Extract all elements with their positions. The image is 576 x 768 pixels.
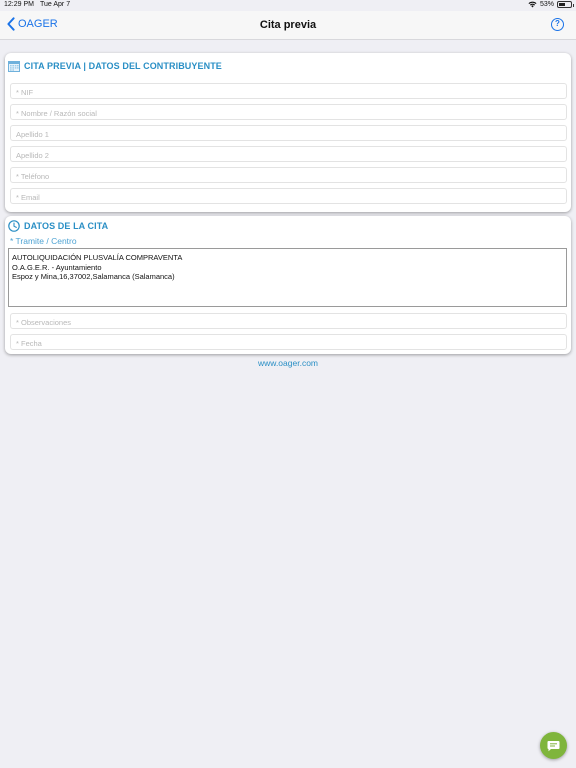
contribuyente-card: CITA PREVIA | DATOS DEL CONTRIBUYENTE * … <box>5 53 571 212</box>
contribuyente-header: CITA PREVIA | DATOS DEL CONTRIBUYENTE <box>8 60 222 72</box>
fecha-field[interactable]: * Fecha <box>10 334 567 350</box>
battery-level <box>559 3 565 6</box>
status-indicators: 53% <box>528 1 574 8</box>
clock-icon <box>8 220 20 232</box>
apellido1-field[interactable]: Apellido 1 <box>10 125 567 141</box>
battery-percentage: 53% <box>539 1 554 8</box>
wifi-icon <box>528 1 537 8</box>
apellido2-field[interactable]: Apellido 2 <box>10 146 567 162</box>
status-time: 12:29 PM <box>4 1 34 8</box>
help-icon[interactable]: ? <box>551 18 564 31</box>
calendar-icon <box>8 61 20 72</box>
tramite-line: Espoz y Mina,16,37002,Salamanca (Salaman… <box>12 272 175 281</box>
status-bar: 12:29 PM Tue Apr 7 53% <box>0 0 576 11</box>
cita-header: DATOS DE LA CITA <box>8 220 108 232</box>
cita-header-text: DATOS DE LA CITA <box>24 221 109 231</box>
status-date: Tue Apr 7 <box>40 1 71 8</box>
cita-card: DATOS DE LA CITA * Tramite / Centro AUTO… <box>5 216 571 354</box>
nif-field[interactable]: * NIF <box>10 83 567 99</box>
battery-icon <box>557 1 574 8</box>
chat-icon <box>547 740 560 751</box>
tramite-line: O.A.G.E.R. - Ayuntamiento <box>12 262 102 272</box>
contribuyente-header-text: CITA PREVIA | DATOS DEL CONTRIBUYENTE <box>24 61 222 71</box>
telefono-field[interactable]: * Teléfono <box>10 167 567 183</box>
email-field[interactable]: * Email <box>10 188 567 204</box>
nombre-field[interactable]: * Nombre / Razón social <box>10 104 567 120</box>
tramite-label: * Tramite / Centro <box>10 236 77 246</box>
chat-button[interactable] <box>540 732 567 759</box>
navigation-bar: OAGER Cita previa ? <box>0 11 576 40</box>
tramite-line: AUTOLIQUIDACIÓN PLUSVALÍA COMPRAVENTA <box>12 253 183 262</box>
website-link[interactable]: www.oager.com <box>0 358 576 368</box>
observaciones-field[interactable]: * Observaciones <box>10 313 567 329</box>
page-title: Cita previa <box>259 19 317 31</box>
tramite-centro-box[interactable]: AUTOLIQUIDACIÓN PLUSVALÍA COMPRAVENTA O.… <box>8 248 567 307</box>
